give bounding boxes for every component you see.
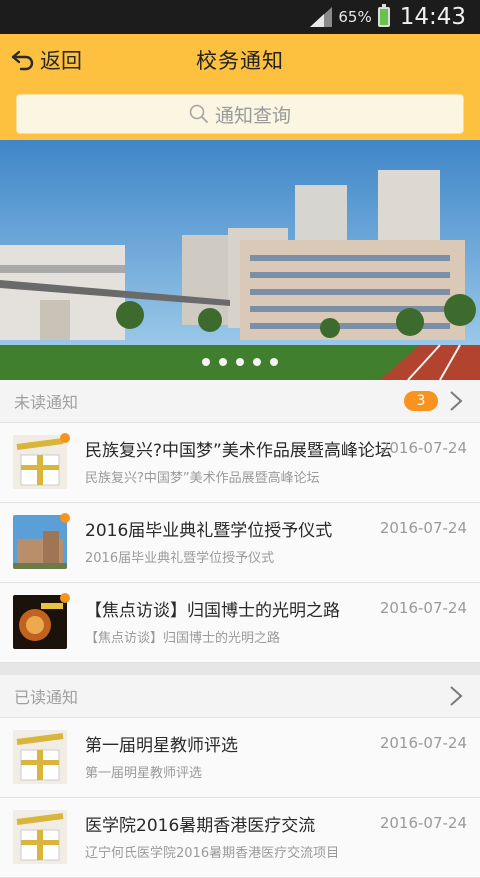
- item-title: 医学院2016暑期香港医疗交流: [85, 816, 316, 836]
- search-input[interactable]: 通知查询: [16, 94, 464, 134]
- signal-icon: [310, 7, 333, 27]
- chevron-right-icon[interactable]: [446, 390, 466, 412]
- item-date: 2016-07-24: [379, 734, 467, 752]
- section-divider: [0, 663, 480, 675]
- item-title: 【焦点访谈】归国博士的光明之路: [85, 601, 340, 621]
- unread-section-header[interactable]: 未读通知 3: [0, 380, 480, 423]
- item-title: 2016届毕业典礼暨学位授予仪式: [85, 521, 333, 541]
- carousel-dot[interactable]: [270, 358, 278, 366]
- item-title: 民族复兴?中国梦”美术作品展暨高峰论坛: [85, 441, 392, 461]
- carousel-dot[interactable]: [253, 358, 261, 366]
- search-placeholder: 通知查询: [214, 104, 291, 127]
- item-subtitle: 民族复兴?中国梦”美术作品展暨高峰论坛: [85, 471, 320, 486]
- carousel-dot[interactable]: [236, 358, 244, 366]
- unread-list: 民族复兴?中国梦”美术作品展暨高峰论坛 民族复兴?中国梦”美术作品展暨高峰论坛 …: [0, 423, 480, 663]
- carousel-dot[interactable]: [219, 358, 227, 366]
- gift-thumbnail: [13, 435, 67, 489]
- building-thumbnail: [13, 515, 67, 569]
- item-subtitle: 第一届明星教师评选: [85, 766, 203, 781]
- item-subtitle: 辽宁何氏医学院2016暑期香港医疗交流项目: [85, 846, 340, 861]
- campus-photo: [0, 140, 480, 380]
- battery-percent: 65%: [338, 8, 372, 26]
- battery-icon: [377, 4, 390, 27]
- back-label: 返回: [40, 49, 82, 73]
- unread-dot: [60, 513, 70, 523]
- gift-thumbnail: [13, 730, 67, 784]
- header: 返回 校务通知 通知查询: [0, 34, 480, 140]
- item-date: 2016-07-24: [379, 519, 467, 537]
- list-item[interactable]: 【焦点访谈】归国博士的光明之路 【焦点访谈】归国博士的光明之路 2016-07-…: [0, 583, 480, 663]
- item-date: 2016-07-24: [379, 439, 467, 457]
- status-bar: 65% 14:43: [0, 0, 480, 34]
- back-arrow-icon: [11, 50, 34, 71]
- list-item[interactable]: 2016届毕业典礼暨学位授予仪式 2016届毕业典礼暨学位授予仪式 2016-0…: [0, 503, 480, 583]
- back-button[interactable]: 返回: [10, 44, 82, 76]
- chevron-right-icon[interactable]: [446, 685, 466, 707]
- read-list: 第一届明星教师评选 第一届明星教师评选 2016-07-24 医学院2016暑期…: [0, 718, 480, 878]
- item-subtitle: 【焦点访谈】归国博士的光明之路: [85, 631, 281, 646]
- poster-thumbnail: [13, 595, 67, 649]
- item-date: 2016-07-24: [379, 599, 467, 617]
- list-item[interactable]: 民族复兴?中国梦”美术作品展暨高峰论坛 民族复兴?中国梦”美术作品展暨高峰论坛 …: [0, 423, 480, 503]
- unread-dot: [60, 593, 70, 603]
- carousel-dot[interactable]: [202, 358, 210, 366]
- unread-count-badge: 3: [404, 391, 438, 411]
- unread-label: 未读通知: [14, 393, 79, 412]
- banner-carousel[interactable]: [0, 140, 480, 380]
- clock: 14:43: [399, 4, 466, 30]
- list-item[interactable]: 第一届明星教师评选 第一届明星教师评选 2016-07-24: [0, 718, 480, 798]
- search-icon: [189, 104, 208, 123]
- read-section-header[interactable]: 已读通知: [0, 675, 480, 718]
- gift-thumbnail: [13, 810, 67, 864]
- unread-dot: [60, 433, 70, 443]
- item-date: 2016-07-24: [379, 814, 467, 832]
- list-item[interactable]: 医学院2016暑期香港医疗交流 辽宁何氏医学院2016暑期香港医疗交流项目 20…: [0, 798, 480, 878]
- carousel-indicator[interactable]: [0, 358, 480, 366]
- read-label: 已读通知: [14, 688, 79, 707]
- item-title: 第一届明星教师评选: [85, 736, 238, 756]
- item-subtitle: 2016届毕业典礼暨学位授予仪式: [85, 551, 275, 566]
